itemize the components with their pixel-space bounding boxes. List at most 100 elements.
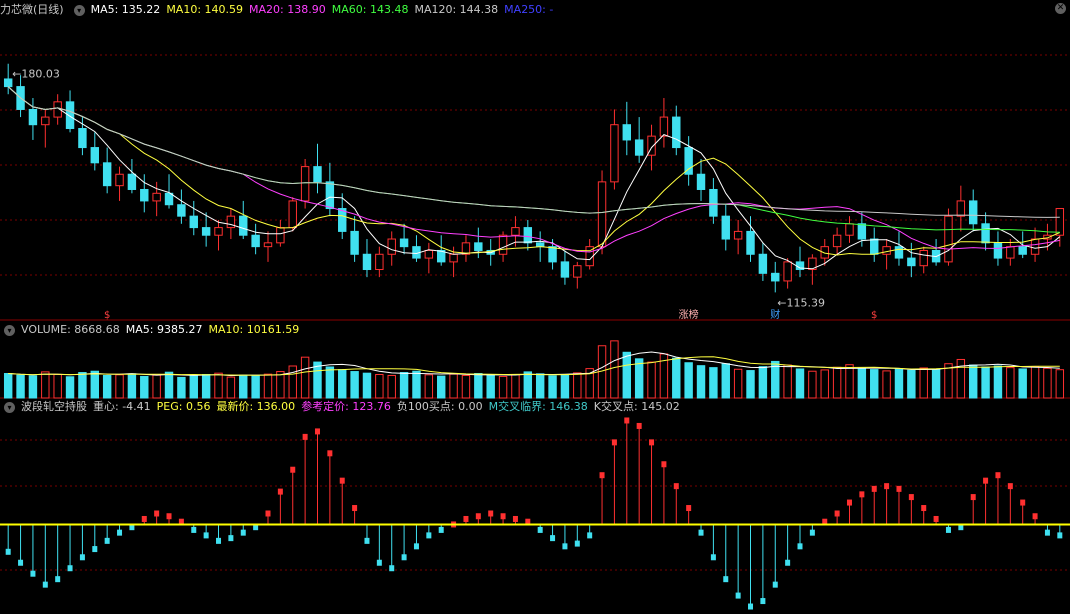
indicator-block: [240, 529, 246, 536]
volume-bar: [1030, 366, 1040, 399]
volume-bar: [535, 373, 545, 399]
volume-bar: [560, 374, 570, 399]
event-marker: 财: [770, 308, 780, 321]
indicator-block: [673, 483, 679, 490]
candle-body: [41, 116, 50, 126]
volume-bar: [622, 351, 632, 399]
candle-body: [338, 208, 347, 232]
indicator-block: [79, 554, 85, 561]
candle-body: [573, 265, 582, 278]
volume-bar: [399, 372, 409, 399]
indicator-bars: [0, 417, 1070, 610]
volume-bar: [424, 374, 434, 399]
candle-body: [1030, 238, 1040, 255]
indicator-block: [228, 535, 234, 542]
indicator-block: [401, 554, 407, 561]
collapse-icon[interactable]: ▾: [4, 401, 15, 413]
candle-body: [449, 253, 458, 263]
volume-bar: [1043, 367, 1052, 399]
candle-body: [684, 147, 693, 175]
event-marker: 涨榜: [679, 308, 699, 321]
ma20-line: [7, 86, 1060, 253]
indicator-block: [537, 526, 543, 533]
indicator-block: [376, 559, 382, 566]
candle-body: [288, 200, 297, 229]
candle-body: [1055, 208, 1065, 236]
indicator-block: [574, 540, 580, 547]
indicator-label-2: PEG: 0.56: [156, 400, 211, 413]
candle-body: [956, 200, 966, 217]
candle-body: [251, 234, 260, 248]
candle-body: [523, 227, 533, 244]
volume-label-1: MA5: 9385.27: [125, 323, 203, 336]
indicator-block: [327, 450, 333, 457]
volume-bar: [511, 373, 520, 399]
ma-legend: MA5: 135.22 MA10: 140.59 MA20: 138.90 MA60:…: [91, 3, 560, 16]
indicator-block: [921, 505, 927, 512]
volume-bar: [548, 375, 557, 399]
candle-body: [981, 223, 990, 244]
candle-body: [882, 246, 891, 255]
indicator-block: [512, 515, 518, 522]
indicator-block: [649, 439, 655, 446]
indicator-label-5: 负100买点: 0.00: [396, 400, 483, 413]
indicator-block: [67, 565, 73, 572]
candle-body: [102, 162, 112, 187]
indicator-block: [797, 543, 803, 550]
indicator-block: [772, 581, 778, 588]
indicator-block: [191, 526, 197, 533]
indicator-block: [760, 598, 766, 605]
indicator-block: [364, 537, 370, 544]
candle-body: [832, 234, 842, 248]
indicator-block: [1057, 532, 1063, 539]
indicator-block: [117, 529, 123, 536]
indicator-block: [859, 491, 865, 498]
candle-body: [597, 181, 607, 248]
volume-bar: [746, 370, 755, 399]
volume-bar: [474, 373, 483, 399]
indicator-block: [834, 510, 840, 517]
ma-label-5: MA250: -: [504, 3, 554, 16]
volume-bar: [1018, 368, 1027, 399]
volume-bar: [387, 374, 396, 399]
indicator-block: [1044, 529, 1050, 536]
volume-bar: [226, 376, 236, 399]
indicator-block: [92, 546, 98, 553]
volume-bar: [956, 358, 966, 399]
volume-bar: [733, 368, 743, 399]
candle-body: [78, 128, 87, 149]
close-icon[interactable]: ✕: [1055, 3, 1066, 14]
indicator-block: [339, 477, 345, 484]
volume-bars: [3, 340, 1065, 399]
volume-bar: [263, 373, 273, 399]
indicator-block: [265, 510, 271, 517]
candle-body: [919, 249, 928, 267]
volume-header: ▾ VOLUME: 8668.68 MA5: 9385.27 MA10: 10161.…: [0, 322, 311, 338]
candle-body: [944, 215, 953, 263]
indicator-block: [723, 576, 729, 583]
volume-bar: [709, 367, 718, 399]
candle-body: [474, 242, 483, 251]
moving-average-lines: [7, 86, 1061, 270]
volume-bar: [164, 371, 174, 399]
candle-body: [907, 257, 916, 267]
volume-bar: [177, 376, 186, 399]
indicator-block: [55, 576, 61, 583]
candle-body: [721, 215, 730, 240]
grid-lines: [0, 54, 1070, 571]
indicator-block: [884, 483, 890, 490]
volume-bar: [1055, 369, 1065, 399]
indicator-block: [710, 554, 716, 561]
volume-bar: [993, 365, 1003, 399]
collapse-icon[interactable]: ▾: [73, 4, 85, 16]
indicator-block: [785, 559, 791, 566]
candle-body: [152, 192, 161, 202]
volume-bar: [573, 372, 582, 399]
volume-label-0: VOLUME: 8668.68: [21, 323, 120, 336]
indicator-block: [809, 529, 815, 536]
ma10-line: [7, 86, 1060, 256]
collapse-icon[interactable]: ▾: [4, 324, 15, 336]
volume-bar: [436, 375, 446, 399]
candle-body: [399, 238, 409, 248]
indicator-legend: 波段轧空持股 重心: -4.41 PEG: 0.56 最新价: 136.00 参考定价:…: [21, 400, 686, 413]
